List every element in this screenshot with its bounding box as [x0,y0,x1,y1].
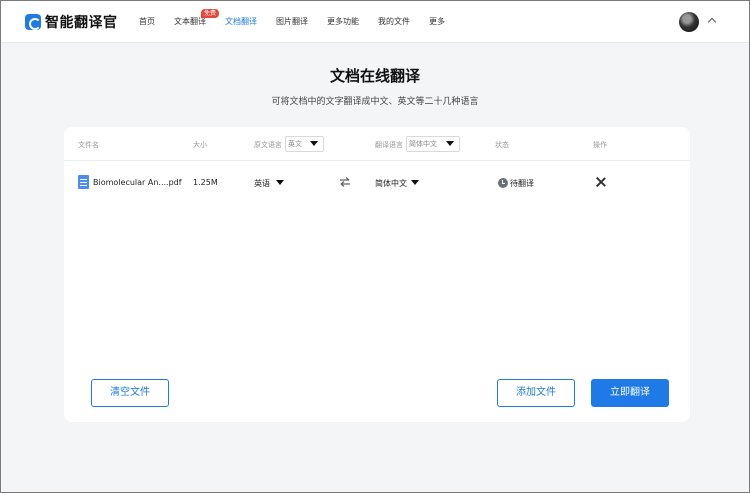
nav-item-document-translate[interactable]: 文档翻译 [225,1,257,43]
clock-icon [498,178,508,188]
nav-item-label: 文本翻译 [174,17,206,26]
logo-text: 智能翻译官 [45,15,118,31]
file-size: 1.25M [193,178,218,187]
column-filename: 文件名 [78,141,99,149]
document-icon [78,175,89,189]
file-name: Biomolecular An....pdf [93,178,182,187]
page-subtitle: 可将文档中的文字翻译成中文、英文等二十几种语言 [271,97,479,107]
table-header: 文件名 大小 原文语言 英文 翻译语言 简体中文 状态 操作 [64,127,690,161]
nav-item-text-translate[interactable]: 文本翻译 免费 [174,1,220,43]
target-language-select[interactable]: 简体中文 [406,136,460,152]
free-badge: 免费 [201,9,220,18]
column-source-language: 原文语言 [254,141,282,149]
status-text: 待翻译 [510,179,534,188]
nav-item-image-translate[interactable]: 图片翻译 [276,1,308,43]
caret-down-icon [276,180,284,185]
user-avatar[interactable] [679,12,699,32]
nav-item-more[interactable]: 更多 [429,1,445,43]
chevron-up-icon[interactable] [707,17,717,27]
target-language-select-value: 简体中文 [409,140,437,148]
logo-icon [25,14,41,30]
column-status: 状态 [495,141,509,149]
nav-item-home[interactable]: 首页 [139,1,155,43]
source-language-select[interactable]: 英文 [285,136,324,152]
file-list-card: 文件名 大小 原文语言 英文 翻译语言 简体中文 状态 操作 Biomolecu… [64,127,690,422]
app-window: 智能翻译官 首页 文本翻译 免费 文档翻译 图片翻译 更多功能 我的文件 更多 … [1,1,749,492]
column-size: 大小 [193,141,207,149]
row-source-language-value: 英语 [254,179,270,188]
nav-item-more-features[interactable]: 更多功能 [327,1,359,43]
close-icon[interactable] [596,177,606,187]
translate-now-button[interactable]: 立即翻译 [591,379,669,407]
logo[interactable]: 智能翻译官 [25,12,118,32]
clear-files-button[interactable]: 清空文件 [91,379,169,407]
column-action: 操作 [593,141,607,149]
source-language-select-value: 英文 [288,140,302,148]
caret-down-icon [411,180,419,185]
main-nav: 首页 文本翻译 免费 文档翻译 图片翻译 更多功能 我的文件 更多 [139,1,464,43]
caret-down-icon [310,141,318,146]
caret-down-icon [446,141,454,146]
nav-item-my-files[interactable]: 我的文件 [378,1,410,43]
add-file-button[interactable]: 添加文件 [497,379,575,407]
swap-languages-icon[interactable] [339,177,351,187]
column-target-language: 翻译语言 [375,141,403,149]
top-navigation-bar: 智能翻译官 首页 文本翻译 免费 文档翻译 图片翻译 更多功能 我的文件 更多 [1,1,749,43]
page-title: 文档在线翻译 [329,67,420,85]
row-target-language-value: 简体中文 [375,179,407,188]
